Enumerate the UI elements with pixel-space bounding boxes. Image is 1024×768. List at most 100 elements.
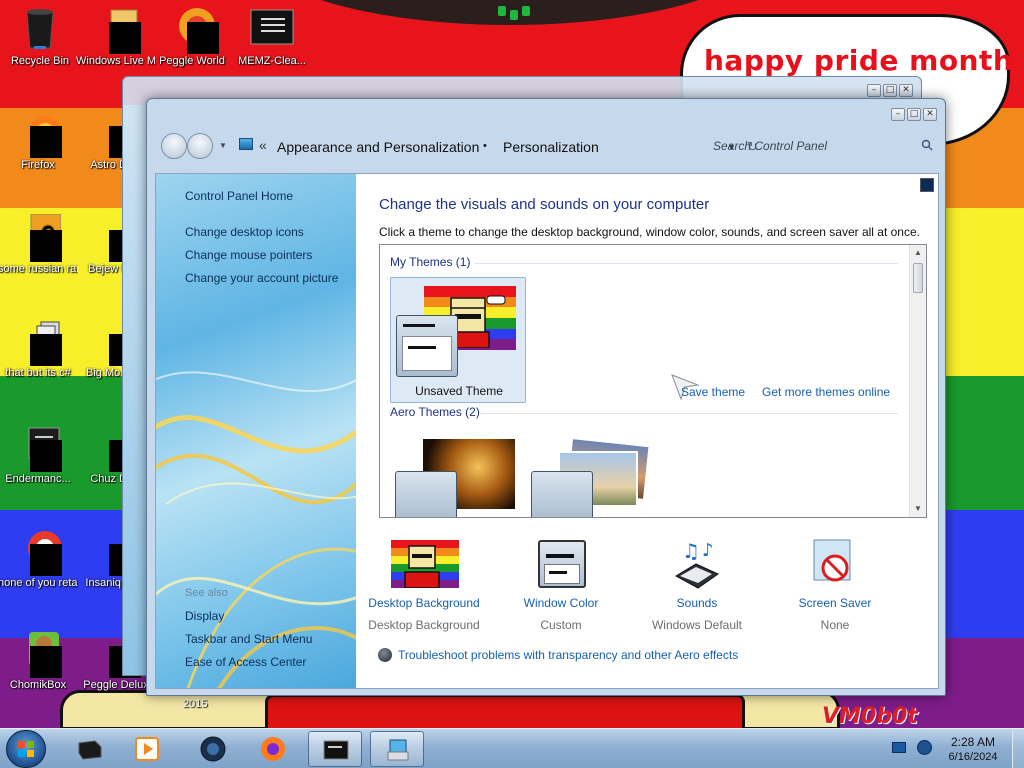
back-button[interactable] — [161, 133, 187, 159]
terminal-icon — [15, 424, 62, 472]
media-player-icon — [135, 737, 159, 761]
forward-button[interactable] — [187, 133, 213, 159]
desktop-icon-chomikbox[interactable]: ChomikBox — [0, 630, 78, 692]
sounds-icon: ♫ ♪ — [662, 538, 732, 590]
taskbar-item-firefox[interactable] — [246, 731, 300, 767]
scroll-up-icon[interactable]: ▲ — [910, 245, 926, 261]
background-window-strip — [123, 105, 147, 675]
show-desktop-button[interactable] — [1012, 729, 1024, 768]
desktop-icon-none-of-you[interactable]: none of you retards kno... — [0, 528, 78, 590]
maximize-icon[interactable]: □ — [883, 84, 897, 97]
window-color-setting[interactable]: Window Color Custom — [496, 538, 626, 632]
control-panel-home-link[interactable]: Control Panel Home — [185, 189, 293, 203]
taskbar-item-media-player[interactable] — [120, 731, 174, 767]
personalization-window: – □ ✕ ▼ « Appearance and Personalization… — [146, 98, 946, 696]
background-window-caption-buttons: – □ ✕ — [867, 84, 913, 97]
screen-saver-icon — [800, 538, 870, 590]
desktop-icon-endermanch[interactable]: Endermanc... — [0, 424, 78, 486]
left-task-pane: Control Panel Home Change desktop icons … — [156, 174, 356, 688]
scroll-down-icon[interactable]: ▼ — [910, 501, 926, 517]
taskbar: 2:28 AM 6/16/2024 — [0, 728, 1024, 768]
taskbar-item-memz[interactable] — [308, 731, 362, 767]
theme-unsaved[interactable]: Unsaved Theme — [390, 277, 526, 403]
change-desktop-icons-link[interactable]: Change desktop icons — [185, 225, 304, 239]
main-pane: Change the visuals and sounds on your co… — [356, 174, 938, 688]
clock-date[interactable]: 6/16/2024 — [944, 751, 1002, 763]
start-button[interactable] — [6, 730, 46, 768]
peggle-icon — [169, 6, 219, 54]
taskbar-item-computer[interactable] — [62, 731, 116, 767]
control-panel-icon — [239, 138, 253, 150]
windows-logo-icon — [18, 741, 34, 757]
window-color-icon — [526, 538, 596, 590]
address-bar[interactable]: « Appearance and Personalization • Perso… — [233, 133, 758, 159]
wallpaper-watermark: VM0b0t — [822, 704, 918, 729]
help-icon[interactable] — [920, 178, 934, 192]
troubleshoot-icon — [378, 648, 392, 662]
minimize-button[interactable]: – — [891, 108, 905, 121]
close-icon[interactable]: ✕ — [899, 84, 913, 97]
clock-time[interactable]: 2:28 AM — [948, 735, 998, 749]
computer-icon — [78, 740, 102, 760]
java-app-icon: e — [15, 213, 62, 262]
scrollbar-thumb[interactable] — [913, 263, 923, 293]
display-link[interactable]: Display — [185, 609, 224, 623]
theme-aero-1[interactable] — [390, 431, 526, 517]
screen-saver-setting[interactable]: Screen Saver None — [770, 538, 900, 632]
recycle-bin-icon — [17, 6, 63, 52]
change-mouse-pointers-link[interactable]: Change mouse pointers — [185, 248, 312, 262]
firefox-icon — [261, 737, 285, 761]
theme-name-label: Unsaved Theme — [415, 384, 503, 398]
theme-thumbnail-window — [396, 315, 458, 377]
troubleshoot-link[interactable]: Troubleshoot problems with transparency … — [398, 648, 738, 662]
change-account-picture-link[interactable]: Change your account picture — [185, 271, 338, 285]
desktop-icon-recycle-bin[interactable]: Recycle Bin — [0, 6, 80, 68]
minimize-icon[interactable]: – — [867, 84, 881, 97]
see-also-header: See also — [185, 587, 228, 599]
wallpaper-year-text: 2015 — [183, 698, 208, 710]
action-center-icon[interactable] — [892, 742, 906, 753]
recent-pages-dropdown[interactable]: ▼ — [219, 141, 227, 150]
speech-bubble-text: happy pride month — [704, 44, 1014, 77]
desktop-background-icon — [389, 538, 459, 590]
firefox-icon — [15, 110, 62, 158]
group-divider — [474, 263, 898, 264]
ease-of-access-link[interactable]: Ease of Access Center — [185, 655, 306, 669]
desktop-icon-windows-live[interactable]: Windows Live Ma... — [76, 6, 156, 68]
save-theme-link[interactable]: Save theme — [681, 385, 745, 399]
group-divider — [480, 413, 898, 414]
svg-text:♪: ♪ — [702, 540, 714, 561]
search-icon[interactable] — [921, 139, 933, 151]
search-placeholder: Search Control Panel — [713, 139, 828, 153]
search-box[interactable]: Search Control Panel — [703, 133, 937, 159]
aero-themes-header[interactable]: Aero Themes (2) — [390, 405, 480, 419]
desktop-icon-some-russian[interactable]: e some russian ran a rat — [0, 213, 78, 276]
control-panel-icon — [387, 739, 409, 761]
get-more-themes-link[interactable]: Get more themes online — [762, 385, 890, 399]
globe-app-icon — [200, 736, 226, 762]
breadcrumb-appearance[interactable]: Appearance and Personalization — [277, 139, 479, 155]
theme-aero-2[interactable] — [530, 431, 666, 517]
chomikbox-icon — [15, 630, 62, 678]
taskbar-start-menu-link[interactable]: Taskbar and Start Menu — [185, 632, 312, 646]
desktop-icon-peggle-world[interactable]: Peggle World — [152, 6, 232, 68]
taskbar-item-control-panel[interactable] — [370, 731, 424, 767]
taskbar-item-app[interactable] — [186, 731, 240, 767]
close-button[interactable]: ✕ — [923, 108, 937, 121]
memz-window-icon — [323, 740, 349, 760]
windows-stack-icon — [15, 318, 62, 366]
maximize-button[interactable]: □ — [907, 108, 921, 121]
desktop-icon-memz-cleaner[interactable]: MEMZ-Clea... — [232, 6, 312, 68]
themes-list[interactable]: My Themes (1) Unsaved Theme Save theme G… — [379, 244, 927, 518]
address-chevron[interactable]: « — [259, 137, 267, 153]
desktop-icon-that-but-its-csharp[interactable]: that but its c# — [0, 318, 78, 380]
page-description: Click a theme to change the desktop back… — [379, 225, 920, 239]
desktop-icon-firefox[interactable]: Firefox — [0, 110, 78, 172]
sounds-setting[interactable]: ♫ ♪ Sounds Windows Default — [632, 538, 762, 632]
desktop-background-setting[interactable]: Desktop Background Desktop Background — [359, 538, 489, 632]
network-icon[interactable] — [917, 740, 932, 755]
themes-scrollbar[interactable]: ▲ ▼ — [909, 245, 926, 517]
breadcrumb-personalization[interactable]: Personalization — [503, 139, 599, 155]
app-circle-icon — [15, 528, 62, 576]
my-themes-header[interactable]: My Themes (1) — [390, 255, 470, 269]
